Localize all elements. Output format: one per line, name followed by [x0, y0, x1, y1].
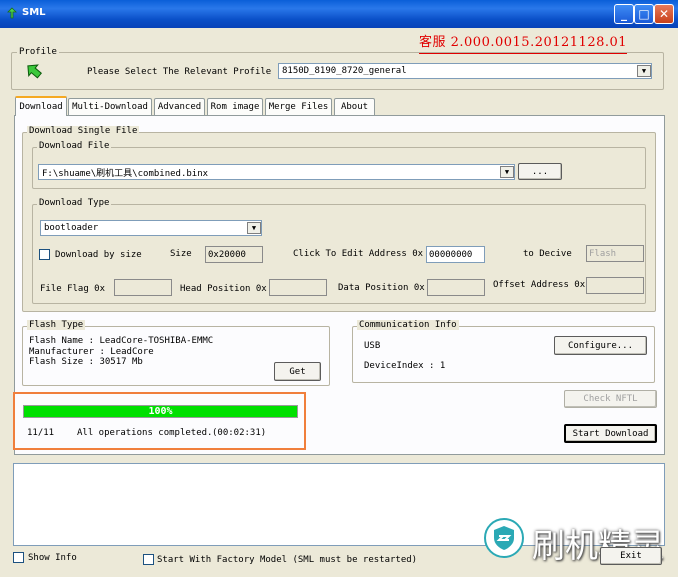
browse-button[interactable]: ... [518, 163, 562, 180]
maximize-icon: □ [638, 7, 650, 21]
progress-elapsed: (00:02:31) [212, 428, 267, 438]
chevron-down-icon[interactable]: ▼ [637, 65, 651, 77]
file-path-select[interactable]: F:\shuame\刷机工具\combined.binx ▼ [38, 164, 515, 180]
flash-type-group-title: Flash Type [27, 320, 86, 330]
exit-button[interactable]: Exit [600, 547, 662, 565]
download-type-select[interactable]: bootloader ▼ [40, 220, 262, 236]
title-bar[interactable] [0, 0, 678, 28]
show-info-checkbox[interactable] [13, 552, 24, 563]
profile-group-title: Profile [17, 47, 59, 57]
progress-percent: 100% [148, 406, 173, 417]
start-download-button[interactable]: Start Download [564, 424, 657, 443]
profile-select[interactable]: 8150D_8190_8720_general ▼ [278, 63, 652, 79]
show-info-label: Show Info [28, 553, 77, 563]
close-button[interactable]: ✕ [654, 4, 674, 24]
shield-icon [494, 526, 514, 550]
get-button[interactable]: Get [274, 362, 321, 381]
factory-model-checkbox[interactable] [143, 554, 154, 565]
tab-merge-files[interactable]: Merge Files [265, 98, 332, 115]
progress-bar: 100% [23, 405, 298, 418]
edit-address-label: Click To Edit Address 0x [293, 249, 424, 259]
watermark-logo [484, 518, 524, 558]
tab-rom-image[interactable]: Rom image [207, 98, 263, 115]
download-type-value: bootloader [44, 223, 99, 233]
data-position-label: Data Position 0x [338, 283, 425, 293]
comm-info-group-title: Communication Info [357, 320, 459, 330]
comm-port-text: USB [364, 341, 381, 351]
file-flag-label: File Flag 0x [40, 284, 106, 294]
profile-arrow-icon [27, 64, 42, 79]
head-position-label: Head Position 0x [180, 284, 267, 294]
app-icon [7, 7, 17, 19]
download-by-size-label: Download by size [55, 250, 142, 260]
maximize-button[interactable]: □ [634, 4, 654, 24]
version-text: 客服 2.000.0015.20121128.01 [419, 31, 628, 54]
tab-about[interactable]: About [334, 98, 375, 115]
size-field[interactable]: 0x20000 [205, 246, 263, 263]
tab-advanced[interactable]: Advanced [154, 98, 205, 115]
download-type-group-title: Download Type [37, 198, 112, 208]
profile-prompt: Please Select The Relevant Profile [87, 67, 272, 77]
window-title: SML [22, 7, 46, 18]
minimize-icon: _ [621, 7, 627, 21]
minimize-button[interactable]: _ [614, 4, 634, 24]
to-device-label: to Decive [523, 249, 572, 259]
progress-highlight [13, 392, 306, 450]
tab-multi-download[interactable]: Multi-Download [68, 98, 152, 115]
download-file-group-title: Download File [37, 141, 112, 151]
size-label: Size [170, 249, 192, 259]
single-file-group-title: Download Single File [27, 126, 140, 136]
flash-name-text: Flash Name : LeadCore-TOSHIBA-EMMC [29, 336, 214, 346]
offset-address-label: Offset Address 0x [493, 280, 586, 290]
offset-address-field[interactable] [586, 277, 644, 294]
factory-model-label: Start With Factory Model (SML must be re… [157, 555, 418, 565]
chevron-down-icon[interactable]: ▼ [500, 166, 514, 178]
device-index-text: DeviceIndex : 1 [364, 361, 446, 371]
to-device-field[interactable]: Flash [586, 245, 644, 262]
data-position-field[interactable] [427, 279, 485, 296]
file-flag-field[interactable] [114, 279, 172, 296]
chevron-down-icon[interactable]: ▼ [247, 222, 261, 234]
progress-status: All operations completed. [77, 428, 213, 438]
check-nftl-button[interactable]: Check NFTL [564, 390, 657, 408]
flash-size-text: Flash Size : 30517 Mb [29, 357, 143, 367]
progress-count: 11/11 [27, 428, 55, 438]
file-path-value: F:\shuame\刷机工具\combined.binx [42, 168, 209, 179]
head-position-field[interactable] [269, 279, 327, 296]
address-field[interactable]: 00000000 [426, 246, 485, 263]
download-by-size-checkbox[interactable] [39, 249, 50, 260]
configure-button[interactable]: Configure... [554, 336, 647, 355]
close-icon: ✕ [658, 7, 670, 21]
flash-manufacturer-text: Manufacturer : LeadCore [29, 347, 154, 357]
profile-select-value: 8150D_8190_8720_general [282, 66, 407, 76]
tab-download[interactable]: Download [15, 96, 67, 116]
